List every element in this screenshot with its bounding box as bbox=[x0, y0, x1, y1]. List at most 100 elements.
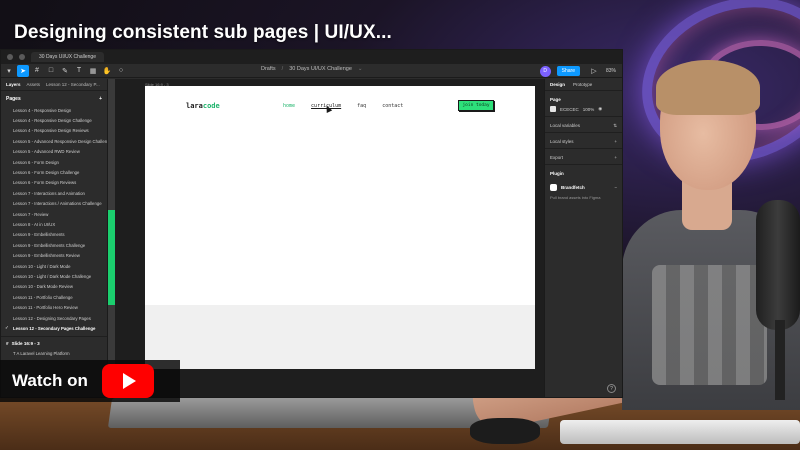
section-label: Export bbox=[550, 155, 564, 160]
play-icon[interactable]: ▷ bbox=[588, 65, 600, 77]
page-opacity[interactable]: 100% bbox=[583, 107, 595, 112]
menu-icon[interactable]: ▾ bbox=[3, 65, 15, 77]
local-variables-section[interactable]: Local variables ⇅ bbox=[545, 117, 622, 133]
comment-icon[interactable]: ○ bbox=[115, 65, 127, 77]
breadcrumb-project[interactable]: Drafts bbox=[261, 66, 276, 72]
scrollbar-thumb[interactable] bbox=[108, 210, 115, 305]
layer-item[interactable]: T A Laravel Learning Platform bbox=[1, 348, 107, 359]
microphone bbox=[756, 200, 800, 330]
tab-assets[interactable]: Assets bbox=[27, 82, 41, 87]
page-item[interactable]: Lesson 12 - Secondary Pages Challenge bbox=[1, 323, 107, 333]
layers-panel: Layers Assets Lesson 12 - Secondary P...… bbox=[1, 79, 108, 397]
join-today-button[interactable]: join today bbox=[458, 100, 494, 111]
add-icon[interactable]: + bbox=[614, 139, 617, 144]
file-tab[interactable]: 30 Days UI/UX Challenge bbox=[31, 52, 104, 62]
plugin-heading: Plugin bbox=[550, 171, 564, 176]
section-label: Local variables bbox=[550, 123, 581, 128]
design-frame[interactable]: laracode home curriculum faq contact joi… bbox=[145, 86, 535, 369]
nav-contact[interactable]: contact bbox=[382, 103, 403, 109]
plugin-section: Plugin bbox=[545, 165, 622, 180]
page-item[interactable]: Lesson 9 - Embellishments Review bbox=[1, 250, 107, 260]
local-styles-section[interactable]: Local styles + bbox=[545, 133, 622, 149]
page-item[interactable]: Lesson 5 - Advanced RWD Review bbox=[1, 147, 107, 157]
export-section[interactable]: Export + bbox=[545, 149, 622, 165]
watch-label: Watch on bbox=[12, 371, 88, 390]
page-item[interactable]: Lesson 4 - Responsive Design bbox=[1, 105, 107, 115]
page-item[interactable]: Lesson 7 - Interactions and Animation bbox=[1, 188, 107, 198]
page-item[interactable]: Lesson 12 - Designing Secondary Pages bbox=[1, 313, 107, 323]
page-item[interactable]: Lesson 10 - Light / Dark Mode bbox=[1, 261, 107, 271]
frame-layer[interactable]: # Slide 16:9 - 3 bbox=[1, 339, 107, 348]
color-swatch[interactable] bbox=[550, 106, 556, 112]
logo-primary: lara bbox=[186, 102, 203, 110]
minus-icon[interactable]: − bbox=[614, 185, 617, 190]
avatar[interactable]: D bbox=[539, 65, 551, 77]
zoom-level[interactable]: 83% bbox=[606, 68, 616, 74]
share-button[interactable]: Share bbox=[556, 66, 580, 76]
page-item[interactable]: Lesson 10 - Dark Mode Review bbox=[1, 282, 107, 292]
plugin-description: Pull brand assets into Figma bbox=[550, 195, 601, 200]
page-item[interactable]: Lesson 10 - Light / Dark Mode Challenge bbox=[1, 271, 107, 281]
page-item[interactable]: Lesson 4 - Responsive Design Challenge bbox=[1, 115, 107, 125]
rectangle-tool-icon[interactable]: □ bbox=[45, 65, 57, 77]
page-item[interactable]: Lesson 7 - Review bbox=[1, 209, 107, 219]
microphone-arm bbox=[775, 320, 785, 400]
help-icon[interactable]: ? bbox=[607, 384, 616, 393]
page-item[interactable]: Lesson 4 - Responsive Design Reviews bbox=[1, 126, 107, 136]
eye-icon[interactable]: ◉ bbox=[598, 106, 602, 112]
logo-accent: code bbox=[202, 102, 220, 110]
pen-tool-icon[interactable]: ✎ bbox=[59, 65, 71, 77]
add-icon[interactable]: + bbox=[614, 155, 617, 160]
keyboard bbox=[560, 420, 800, 444]
figma-window: 30 Days UI/UX Challenge ▾ ➤ # □ ✎ T ▦ ✋ … bbox=[0, 49, 623, 398]
page-item[interactable]: Lesson 5 - Advanced Responsive Design Ch… bbox=[1, 136, 107, 146]
hand-tool-icon[interactable]: ✋ bbox=[101, 65, 113, 77]
layers-panel-tabs: Layers Assets Lesson 12 - Secondary P... bbox=[1, 79, 107, 91]
text-tool-icon[interactable]: T bbox=[73, 65, 85, 77]
page-item[interactable]: Lesson 11 - Portfolio Challenge bbox=[1, 292, 107, 302]
video-title[interactable]: Designing consistent sub pages | UI/UX..… bbox=[14, 22, 392, 44]
move-tool-icon[interactable]: ➤ bbox=[17, 64, 29, 77]
tab-current-page[interactable]: Lesson 12 - Secondary P... bbox=[46, 82, 100, 87]
tab-layers[interactable]: Layers bbox=[6, 82, 21, 87]
settings-icon[interactable]: ⇅ bbox=[613, 123, 617, 129]
youtube-icon bbox=[101, 364, 154, 398]
nav-faq[interactable]: faq bbox=[357, 103, 366, 109]
window-control[interactable] bbox=[19, 54, 25, 60]
tab-design[interactable]: Design bbox=[550, 82, 565, 87]
resources-icon[interactable]: ▦ bbox=[87, 65, 99, 77]
breadcrumb-file[interactable]: 30 Days UI/UX Challenge bbox=[289, 66, 352, 72]
page-item[interactable]: Lesson 6 - Form Design Challenge bbox=[1, 167, 107, 177]
page-item[interactable]: Lesson 7 - Interactions / Animations Cha… bbox=[1, 199, 107, 209]
toolbar-right: D Share ▷ 83% bbox=[539, 65, 616, 77]
window-control[interactable] bbox=[7, 54, 13, 60]
figma-toolbar: ▾ ➤ # □ ✎ T ▦ ✋ ○ Drafts / 30 Days UI/UX… bbox=[1, 64, 622, 78]
page-fill-row[interactable]: ECECEC 100% ◉ bbox=[550, 106, 617, 112]
chevron-down-icon[interactable]: ⌄ bbox=[358, 66, 363, 72]
canvas[interactable]: Slide 16:9 - 3 laracode home curriculum … bbox=[115, 79, 544, 397]
shirt-print bbox=[652, 265, 767, 385]
site-nav: home curriculum faq contact bbox=[283, 103, 403, 109]
plugin-icon bbox=[550, 184, 557, 191]
frame-tool-icon[interactable]: # bbox=[31, 65, 43, 77]
page-item[interactable]: Lesson 6 - Form Design Reviews bbox=[1, 178, 107, 188]
nav-home[interactable]: home bbox=[283, 103, 295, 109]
page-item[interactable]: Lesson 11 - Portfolio Hero Review bbox=[1, 302, 107, 312]
page-item[interactable]: Lesson 9 - Embellishments Challenge bbox=[1, 240, 107, 250]
tab-prototype[interactable]: Prototype bbox=[573, 82, 592, 87]
breadcrumb-separator: / bbox=[281, 66, 284, 72]
design-panel: Design Prototype Page ECECEC 100% ◉ Loca… bbox=[544, 79, 622, 397]
add-page-icon[interactable]: + bbox=[99, 96, 102, 102]
frame-icon: # bbox=[6, 340, 9, 346]
divider bbox=[1, 335, 107, 337]
frame-footer-area bbox=[145, 305, 535, 369]
page-item[interactable]: Lesson 6 - Form Design bbox=[1, 157, 107, 167]
page-item[interactable]: Lesson 8 - AI in UI/UX bbox=[1, 219, 107, 229]
watch-on-youtube-button[interactable]: Watch on bbox=[0, 360, 180, 402]
page-color[interactable]: ECECEC bbox=[560, 107, 579, 112]
presenter-hair bbox=[656, 60, 760, 115]
site-logo[interactable]: laracode bbox=[186, 102, 220, 110]
page-item[interactable]: Lesson 9 - Embellishments bbox=[1, 230, 107, 240]
layer-name: A Laravel Learning Platform bbox=[16, 350, 70, 356]
plugin-item[interactable]: Brandfetch − bbox=[545, 180, 622, 195]
